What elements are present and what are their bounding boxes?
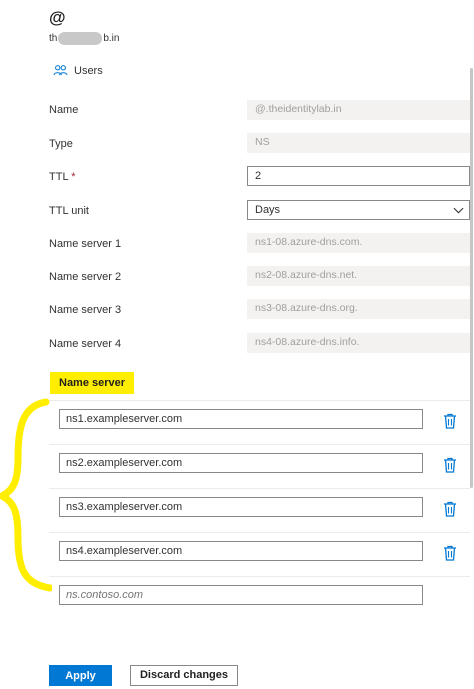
ttl-label: TTL * bbox=[49, 171, 76, 183]
highlight-brace-annotation bbox=[0, 398, 52, 592]
ttl-unit-label: TTL unit bbox=[49, 205, 89, 217]
name-server-2-field: ns2-08.azure-dns.net. bbox=[247, 266, 470, 286]
type-label: Type bbox=[49, 138, 73, 150]
ttl-unit-select[interactable]: Days bbox=[247, 200, 470, 220]
name-label: Name bbox=[49, 104, 79, 116]
name-server-entry-input[interactable] bbox=[59, 541, 423, 561]
name-server-row bbox=[49, 444, 470, 488]
name-server-1-label: Name server 1 bbox=[49, 238, 122, 250]
users-icon bbox=[53, 65, 68, 76]
new-name-server-input[interactable] bbox=[59, 585, 423, 605]
subtitle-prefix: th bbox=[49, 33, 58, 45]
name-server-4-label: Name server 4 bbox=[49, 338, 122, 350]
subtitle-suffix: b.in bbox=[103, 33, 120, 45]
ttl-label-text: TTL bbox=[49, 171, 69, 183]
name-field: @.theidentitylab.in bbox=[247, 100, 470, 120]
name-server-2-label: Name server 2 bbox=[49, 271, 122, 283]
record-title: @ bbox=[49, 8, 66, 27]
trash-icon[interactable] bbox=[443, 545, 457, 561]
name-server-3-field: ns3-08.azure-dns.org. bbox=[247, 299, 470, 319]
ttl-unit-value: Days bbox=[255, 204, 281, 216]
name-server-3-label: Name server 3 bbox=[49, 304, 122, 316]
users-tab-label: Users bbox=[74, 64, 103, 77]
name-server-new-row bbox=[49, 576, 470, 620]
name-server-4-field: ns4-08.azure-dns.info. bbox=[247, 333, 470, 353]
trash-icon[interactable] bbox=[443, 457, 457, 473]
name-server-row bbox=[49, 532, 470, 576]
name-server-row bbox=[49, 488, 470, 532]
users-tab[interactable]: Users bbox=[53, 64, 103, 77]
name-server-entry-input[interactable] bbox=[59, 453, 423, 473]
name-server-row bbox=[49, 400, 470, 444]
name-server-1-field: ns1-08.azure-dns.com. bbox=[247, 233, 470, 253]
scrollbar-thumb[interactable] bbox=[470, 68, 473, 488]
name-server-entry-input[interactable] bbox=[59, 497, 423, 517]
trash-icon[interactable] bbox=[443, 413, 457, 429]
chevron-down-icon bbox=[453, 207, 464, 214]
apply-button[interactable]: Apply bbox=[49, 665, 112, 686]
name-server-entry-input[interactable] bbox=[59, 409, 423, 429]
redaction-blur bbox=[58, 32, 103, 45]
record-subtitle: th b.in bbox=[49, 32, 119, 45]
discard-changes-button[interactable]: Discard changes bbox=[130, 665, 238, 686]
ttl-input[interactable] bbox=[247, 166, 470, 186]
trash-icon[interactable] bbox=[443, 501, 457, 517]
name-server-section-header: Name server bbox=[50, 372, 134, 394]
required-marker: * bbox=[71, 171, 76, 183]
type-field: NS bbox=[247, 133, 470, 153]
